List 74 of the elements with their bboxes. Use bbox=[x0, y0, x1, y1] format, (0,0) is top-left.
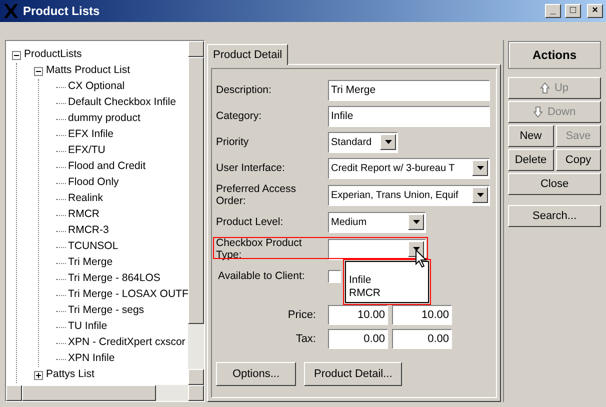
action-button[interactable]: Copy bbox=[556, 149, 601, 171]
tree-item[interactable]: Flood Only bbox=[68, 175, 119, 191]
tree-item[interactable]: Default Checkbox Infile bbox=[68, 95, 176, 111]
field-label: Category: bbox=[216, 110, 263, 122]
tree-item[interactable]: XPN - CreditXpert cxscor bbox=[68, 335, 186, 351]
window-control[interactable]: _ bbox=[545, 4, 561, 18]
field-label: Tax: bbox=[294, 332, 317, 347]
action-button[interactable]: Delete bbox=[508, 149, 554, 171]
dropdown-option[interactable]: RMCR bbox=[346, 286, 428, 300]
action-button[interactable]: New bbox=[508, 125, 554, 147]
tree-item[interactable]: XPN Infile bbox=[68, 351, 115, 367]
text-field[interactable]: Infile bbox=[328, 106, 490, 126]
caret-icon bbox=[476, 193, 484, 197]
actions-header: Actions bbox=[508, 41, 601, 69]
tree-item[interactable]: Tri Merge - LOSAX OUTF bbox=[68, 287, 188, 303]
tree-item[interactable]: EFX Infile bbox=[68, 127, 114, 143]
dropdown-field[interactable]: Medium bbox=[328, 212, 426, 232]
checkbox[interactable] bbox=[328, 270, 341, 282]
tree-item[interactable]: RMCR bbox=[68, 207, 100, 223]
collapse-icon[interactable] bbox=[34, 66, 43, 76]
tree-item[interactable]: Tri Merge - 864LOS bbox=[68, 271, 160, 287]
tree-item[interactable]: CX Optional bbox=[68, 79, 125, 95]
field-label: Product Level: bbox=[216, 216, 284, 228]
field-label: Price: bbox=[286, 308, 317, 323]
up-arrow-icon bbox=[540, 82, 550, 94]
window-control[interactable]: × bbox=[587, 4, 603, 18]
caret-icon bbox=[412, 247, 420, 251]
caret-icon bbox=[476, 166, 484, 170]
dropdown-button[interactable] bbox=[408, 214, 424, 230]
expand-icon[interactable] bbox=[34, 370, 43, 380]
text-field[interactable]: Tri Merge bbox=[328, 80, 490, 100]
dropdown-option[interactable]: Infile bbox=[346, 274, 428, 286]
tree-item[interactable]: EFX/TU bbox=[68, 143, 106, 159]
field-label: Priority bbox=[216, 136, 250, 148]
field-label: User Interface: bbox=[216, 162, 286, 174]
number-field[interactable]: 10.00 bbox=[392, 305, 452, 325]
horizontal-scrollbar[interactable] bbox=[6, 385, 204, 401]
field-label: Description: bbox=[216, 84, 272, 96]
caret-icon bbox=[384, 140, 392, 144]
dropdown-field[interactable]: Standard bbox=[328, 132, 398, 152]
tree-item[interactable]: TU Infile bbox=[68, 319, 108, 335]
field-label: Checkbox Product Type: bbox=[216, 237, 303, 261]
tree-item[interactable]: Flood and Credit bbox=[68, 159, 146, 175]
field-label: Preferred Access Order: bbox=[216, 183, 297, 207]
dropdown-field[interactable]: Experian, Trans Union, Equif bbox=[328, 184, 490, 206]
tree-item[interactable]: Pattys List bbox=[46, 367, 94, 383]
tree-item[interactable]: TCUNSOL bbox=[68, 239, 118, 255]
tab[interactable]: Product Detail bbox=[207, 44, 288, 65]
down-arrow-icon bbox=[533, 106, 544, 118]
vertical-scrollbar[interactable] bbox=[188, 41, 204, 385]
dropdown-button[interactable] bbox=[380, 134, 396, 150]
tree-item[interactable]: ProductLists bbox=[24, 47, 82, 63]
window-title: Product Lists bbox=[23, 3, 101, 20]
tree-item[interactable]: Matts Product List bbox=[46, 63, 130, 79]
window-control[interactable]: □ bbox=[565, 4, 581, 18]
number-field[interactable]: 0.00 bbox=[392, 329, 452, 349]
field-label: Available to Client: bbox=[217, 270, 306, 282]
action-button[interactable]: Product Detail... bbox=[304, 362, 402, 386]
dropdown-button[interactable] bbox=[472, 187, 488, 203]
tree-item[interactable]: Tri Merge bbox=[68, 255, 113, 271]
tree-item[interactable]: Tri Merge - segs bbox=[68, 303, 144, 319]
number-field[interactable]: 10.00 bbox=[328, 305, 388, 325]
app-icon bbox=[3, 3, 19, 19]
tree-item[interactable]: dummy product bbox=[68, 111, 140, 127]
tree-item[interactable]: Realink bbox=[68, 191, 104, 207]
action-button[interactable]: Options... bbox=[216, 362, 296, 386]
caret-icon bbox=[412, 220, 420, 224]
action-button[interactable]: Search... bbox=[508, 205, 601, 227]
dropdown-button[interactable] bbox=[472, 160, 488, 176]
collapse-icon[interactable] bbox=[12, 50, 21, 60]
dropdown-field[interactable]: Credit Report w/ 3-bureau T bbox=[328, 158, 490, 178]
number-field[interactable]: 0.00 bbox=[328, 329, 388, 349]
tree-item[interactable]: RMCR-3 bbox=[68, 223, 109, 239]
action-button[interactable]: Close bbox=[508, 173, 601, 195]
